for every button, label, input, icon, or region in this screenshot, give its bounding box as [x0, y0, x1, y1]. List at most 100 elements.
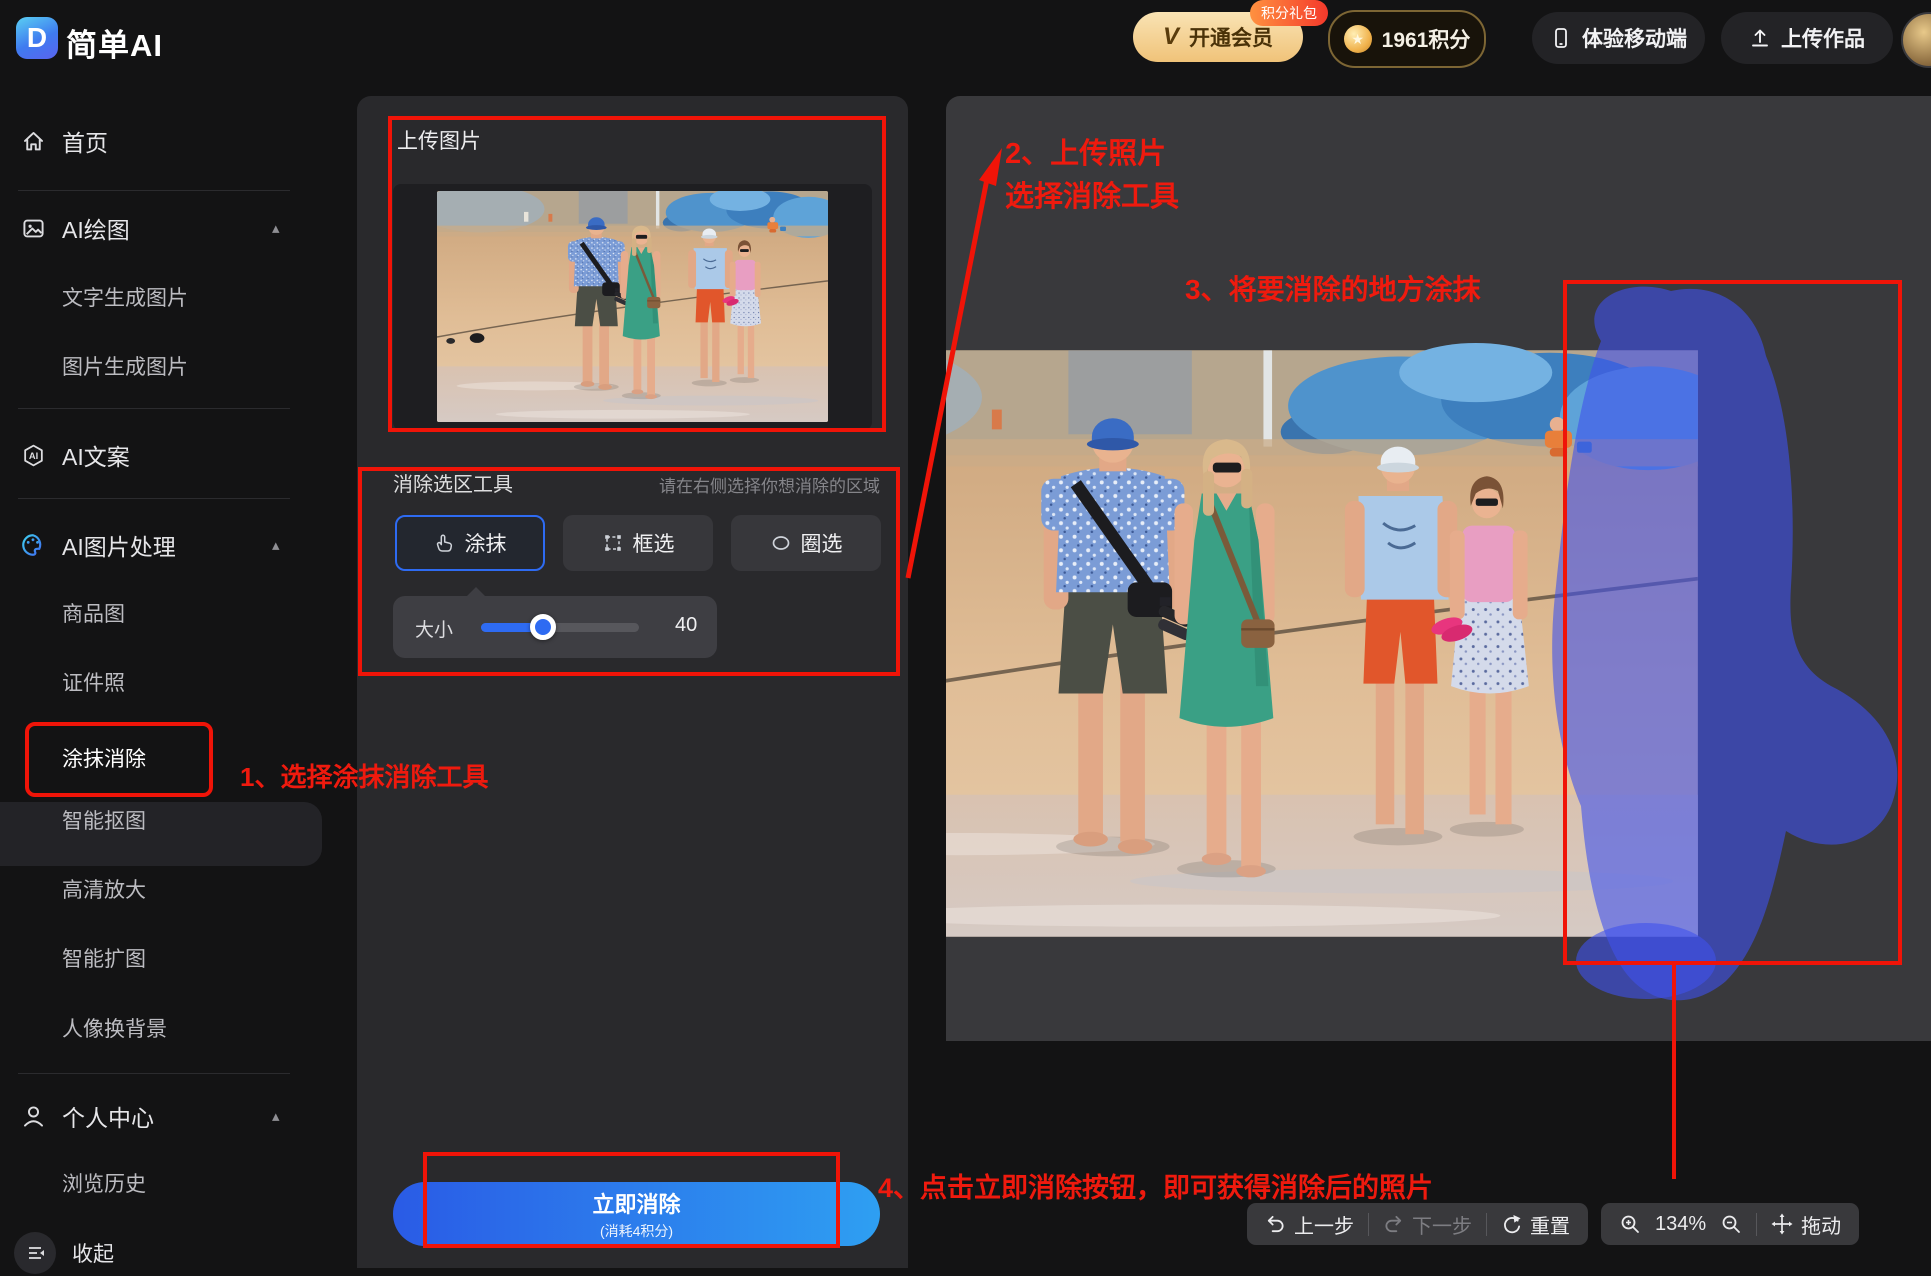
sidebar-group-personal-center[interactable]: 个人中心 ▴	[0, 1093, 300, 1139]
divider	[18, 408, 290, 409]
sidebar-item-label: 智能抠图	[62, 810, 146, 833]
points-gift-badge: 积分礼包	[1250, 0, 1328, 26]
divider	[18, 190, 290, 191]
user-avatar[interactable]	[1901, 12, 1931, 68]
erase-now-label: 立即消除	[592, 1192, 681, 1217]
chevron-up-icon[interactable]: ▴	[272, 1107, 280, 1125]
editing-canvas[interactable]	[946, 246, 1931, 1041]
sidebar-group-ai-draw[interactable]: AI绘图 ▴	[0, 205, 300, 251]
zoom-in-button[interactable]	[1619, 1213, 1641, 1235]
reset-icon	[1504, 1214, 1521, 1233]
upload-work-label: 上传作品	[1781, 28, 1865, 51]
sidebar-item-label: 人像换背景	[62, 1018, 167, 1041]
sidebar-item-smart-cutout[interactable]: 智能抠图	[62, 798, 292, 842]
chevron-up-icon[interactable]: ▴	[272, 536, 280, 554]
undo-button[interactable]: 上一步	[1265, 1210, 1354, 1239]
vip-v-icon: V	[1162, 23, 1179, 50]
annotation-step4: 4、点击立即消除按钮，即可获得消除后的照片	[878, 1173, 1434, 1203]
sidebar-item-image2image[interactable]: 图片生成图片	[62, 344, 292, 388]
brush-size-label: 大小	[415, 620, 454, 641]
points-gift-badge-label: 积分礼包	[1261, 5, 1317, 21]
sidebar-item-hd-upscale[interactable]: 高清放大	[62, 867, 292, 911]
zoom-out-button[interactable]	[1720, 1213, 1742, 1235]
erase-cost-note: (消耗4积分)	[599, 1223, 674, 1239]
sidebar-item-portrait-bg-swap[interactable]: 人像换背景	[62, 1006, 292, 1050]
sidebar-item-smart-expand[interactable]: 智能扩图	[62, 936, 292, 980]
canvas-workspace-top	[946, 96, 1931, 246]
tool-smear-button[interactable]: 涂抹	[395, 515, 545, 571]
bubble-notch	[467, 587, 485, 596]
tool-box-select-label: 框选	[632, 533, 675, 556]
sidebar-item-text2image[interactable]: 文字生成图片	[62, 275, 292, 319]
sidebar-item-label: 高清放大	[62, 879, 146, 902]
sidebar-group-label: AI图片处理	[62, 534, 176, 560]
move-icon	[1771, 1213, 1793, 1235]
uploaded-image-container[interactable]	[393, 184, 872, 430]
history-toolbar: 上一步 下一步 重置	[1247, 1203, 1588, 1245]
sidebar-group-ai-image-processing[interactable]: AI图片处理 ▴	[0, 522, 300, 568]
sidebar-nav: 首页 AI绘图 ▴ 文字生成图片 图片生成图片 AI AI文案 AI图片处理 ▴…	[0, 76, 322, 1274]
sidebar-item-smear-erase[interactable]: 涂抹消除	[62, 736, 292, 780]
sidebar-item-product-image[interactable]: 商品图	[62, 591, 292, 635]
brush-size-slider[interactable]	[481, 623, 639, 632]
sidebar-item-browse-history[interactable]: 浏览历史	[62, 1161, 292, 1205]
sidebar-group-ai-copywriting[interactable]: AI AI文案	[0, 432, 300, 478]
divider	[1756, 1212, 1758, 1236]
app-title: 简单AI	[66, 28, 163, 63]
sidebar-group-label: AI文案	[62, 444, 130, 470]
sidebar-collapse-button[interactable]: 收起	[0, 1230, 300, 1276]
divider	[18, 1073, 290, 1074]
top-header: D 简单AI V 开通会员 积分礼包 ★ 1961积分 体验移动端 上传作品	[0, 0, 1931, 76]
mobile-app-button[interactable]: 体验移动端	[1532, 12, 1705, 64]
redo-button[interactable]: 下一步	[1383, 1210, 1472, 1239]
zoom-level-label: 134%	[1655, 1212, 1707, 1235]
brush-size-control: 大小 40	[393, 587, 717, 658]
upload-icon	[1752, 29, 1768, 47]
hand-smear-icon	[436, 534, 452, 552]
tool-lasso-label: 圈选	[800, 533, 843, 556]
sidebar-item-label: 文字生成图片	[62, 287, 188, 310]
erase-tools-title: 消除选区工具	[393, 474, 513, 496]
logo-icon: D	[16, 17, 58, 59]
upload-work-button[interactable]: 上传作品	[1721, 12, 1893, 64]
sidebar-item-home[interactable]: 首页	[0, 118, 300, 164]
sidebar-group-label: AI绘图	[62, 217, 130, 243]
drag-tool-button[interactable]: 拖动	[1771, 1210, 1841, 1239]
reset-label: 重置	[1530, 1215, 1570, 1238]
brush-size-value: 40	[675, 614, 698, 636]
svg-text:AI: AI	[28, 451, 37, 461]
upload-section-title: 上传图片	[397, 130, 481, 153]
gallery-icon	[20, 215, 46, 241]
erase-tools-hint: 请在右侧选择你想消除的区域	[659, 477, 880, 496]
redo-label: 下一步	[1412, 1215, 1472, 1238]
undo-icon	[1267, 1215, 1284, 1232]
zoom-in-icon	[1621, 1215, 1639, 1233]
vip-button-label: 开通会员	[1189, 27, 1273, 50]
sidebar-item-label: 浏览历史	[62, 1173, 146, 1196]
zoom-out-icon	[1722, 1215, 1741, 1233]
tool-smear-label: 涂抹	[464, 533, 507, 556]
zoom-level-value: 134%	[1655, 1213, 1706, 1236]
erase-now-button[interactable]: 立即消除 (消耗4积分)	[393, 1182, 880, 1246]
erase-settings-panel: 上传图片 消除选区工具 请在右侧选择你想消除的区域 涂抹 框选 圈选 大小 40…	[357, 96, 908, 1268]
uploaded-image-thumbnail	[437, 191, 828, 422]
points-label: 1961积分	[1381, 29, 1471, 52]
coin-icon: ★	[1343, 25, 1372, 53]
ai-doc-icon: AI	[20, 442, 46, 468]
logo-letter: D	[26, 22, 48, 53]
reset-button[interactable]: 重置	[1501, 1210, 1570, 1239]
sidebar-item-id-photo[interactable]: 证件照	[62, 660, 292, 704]
tool-box-select-button[interactable]: 框选	[563, 515, 713, 571]
sidebar-item-label: 智能扩图	[62, 948, 146, 971]
chevron-up-icon[interactable]: ▴	[272, 219, 280, 237]
tool-lasso-button[interactable]: 圈选	[731, 515, 881, 571]
sidebar-item-label: 涂抹消除	[62, 748, 146, 771]
slider-thumb[interactable]	[530, 614, 556, 640]
points-button[interactable]: ★ 1961积分	[1328, 10, 1486, 68]
redo-icon	[1385, 1215, 1402, 1232]
divider	[18, 498, 290, 499]
lasso-icon	[772, 536, 789, 550]
app-root: { "header": { "logo_letter": "D", "logo_…	[0, 0, 1931, 1274]
collapse-label: 收起	[72, 1243, 114, 1266]
palette-icon	[20, 532, 46, 558]
